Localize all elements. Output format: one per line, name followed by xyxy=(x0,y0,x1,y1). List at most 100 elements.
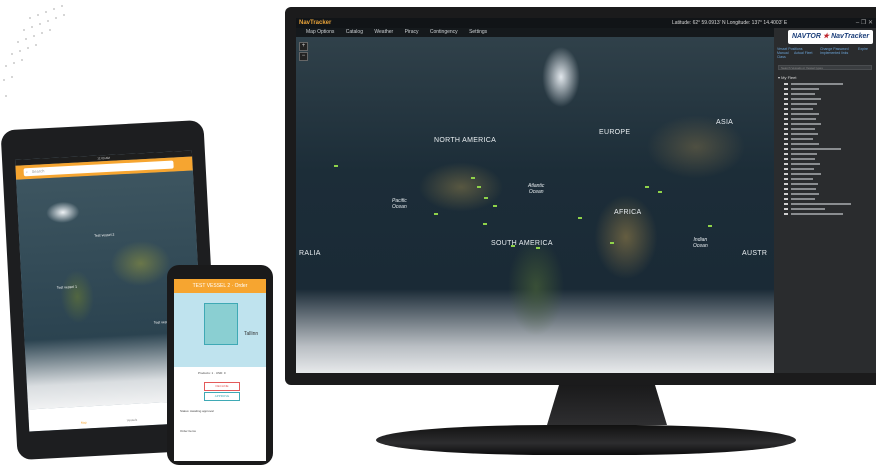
link-class[interactable]: Class xyxy=(777,55,786,59)
phone-screen: TEST VESSEL 2 · Order Tallinn Products: … xyxy=(174,279,266,461)
order-area-highlight xyxy=(204,303,238,345)
menu-piracy[interactable]: Piracy xyxy=(405,29,419,35)
ocean-label-pacific: Pacific Ocean xyxy=(392,198,407,210)
link-actual-fleet[interactable]: Actual Fleet xyxy=(794,51,812,55)
tablet-search-placeholder: Search xyxy=(31,168,45,174)
menu-contingency[interactable]: Contingency xyxy=(430,29,458,35)
vessel-marker[interactable] xyxy=(658,191,662,193)
region-label-europe: EUROPE xyxy=(599,129,631,136)
fleet-vessel-item[interactable] xyxy=(784,122,821,125)
vessel-marker[interactable] xyxy=(477,186,481,188)
desktop-screen: NavTracker Latitude: 62° 59.0913' N Long… xyxy=(296,18,876,373)
tablet-nav-map[interactable]: Map xyxy=(81,420,87,424)
fleet-vessel-item[interactable] xyxy=(784,192,819,195)
vessel-marker[interactable] xyxy=(511,245,515,247)
ship-icon xyxy=(784,102,788,105)
approve-button[interactable]: APPROVE xyxy=(204,392,240,401)
link-implemented[interactable]: Implemented links xyxy=(820,51,848,55)
fleet-vessel-item[interactable] xyxy=(784,212,843,215)
region-label-asia: ASIA xyxy=(716,119,734,126)
link-expire[interactable]: Expire xyxy=(858,47,868,51)
fleet-vessel-item[interactable] xyxy=(784,207,825,210)
tablet-vessel-label[interactable]: Test vessel 2 xyxy=(94,233,114,238)
ship-icon xyxy=(784,82,788,85)
fleet-vessel-item[interactable] xyxy=(784,137,813,140)
vessel-marker[interactable] xyxy=(471,177,475,179)
coordinate-readout: Latitude: 62° 59.0913' N Longitude: 137°… xyxy=(672,20,788,26)
vessel-marker[interactable] xyxy=(493,205,497,207)
zoom-in-button[interactable]: + xyxy=(299,42,308,51)
vessel-marker[interactable] xyxy=(578,217,582,219)
products-summary: Products: 1 · USD: 0 xyxy=(198,371,226,375)
fleet-vessel-item[interactable] xyxy=(784,82,843,85)
ship-icon xyxy=(784,107,788,110)
ship-icon xyxy=(784,147,788,150)
phone-device: TEST VESSEL 2 · Order Tallinn Products: … xyxy=(167,265,273,465)
monitor-stand-neck xyxy=(547,385,667,425)
fleet-vessel-item[interactable] xyxy=(784,117,816,120)
ship-icon xyxy=(784,112,788,115)
ship-icon xyxy=(784,152,788,155)
fleet-vessel-item[interactable] xyxy=(784,102,817,105)
fleet-vessel-item[interactable] xyxy=(784,107,813,110)
ship-icon xyxy=(784,177,788,180)
vessel-marker[interactable] xyxy=(536,247,540,249)
menu-catalog[interactable]: Catalog xyxy=(346,29,363,35)
fleet-vessel-item[interactable] xyxy=(784,87,819,90)
phone-header: TEST VESSEL 2 · Order xyxy=(174,279,266,293)
fleet-vessel-item[interactable] xyxy=(784,132,818,135)
ocean-label-atlantic: Atlantic Ocean xyxy=(528,183,545,195)
fleet-vessel-item[interactable] xyxy=(784,202,851,205)
tablet-vessel-label[interactable]: Test vessel 1 xyxy=(57,285,77,290)
order-items-heading: Order Items xyxy=(180,429,196,433)
fleet-vessel-item[interactable] xyxy=(784,152,817,155)
ocean-label-indian: Indian Ocean xyxy=(693,237,708,249)
ship-icon xyxy=(784,167,788,170)
ship-icon xyxy=(784,197,788,200)
menu-map-options[interactable]: Map Options xyxy=(306,29,334,35)
vessel-marker[interactable] xyxy=(434,213,438,215)
fleet-header[interactable]: ▾ My Fleet xyxy=(778,75,796,80)
fleet-vessel-item[interactable] xyxy=(784,157,815,160)
menu-weather[interactable]: Weather xyxy=(374,29,393,35)
world-map[interactable]: + − NORTH AMERICA SOUTH AMERICA EUROPE A… xyxy=(296,37,774,373)
fleet-vessel-item[interactable] xyxy=(784,162,820,165)
city-label: Tallinn xyxy=(244,331,259,337)
vessel-marker[interactable] xyxy=(483,223,487,225)
region-label-africa: AFRICA xyxy=(614,209,642,216)
decline-button[interactable]: DECLINE xyxy=(204,382,240,391)
menu-settings[interactable]: Settings xyxy=(469,29,487,35)
ship-icon xyxy=(784,92,788,95)
vessel-marker[interactable] xyxy=(484,197,488,199)
ship-icon xyxy=(784,122,788,125)
vessel-marker[interactable] xyxy=(610,242,614,244)
ship-icon xyxy=(784,187,788,190)
monitor-stand-base xyxy=(376,425,796,455)
region-label-north-america: NORTH AMERICA xyxy=(434,137,497,144)
ship-icon xyxy=(784,97,788,100)
tablet-nav-vessels[interactable]: Vessels xyxy=(127,418,138,423)
vessel-marker[interactable] xyxy=(708,225,712,227)
fleet-vessel-item[interactable] xyxy=(784,97,821,100)
window-controls[interactable]: – ❐ ✕ xyxy=(856,18,873,28)
vessel-marker[interactable] xyxy=(645,186,649,188)
navtor-logo: NAVTOR ★ NavTracker xyxy=(788,30,874,44)
fleet-vessel-item[interactable] xyxy=(784,177,813,180)
ship-icon xyxy=(784,207,788,210)
fleet-vessel-item[interactable] xyxy=(784,182,818,185)
fleet-vessel-item[interactable] xyxy=(784,112,819,115)
ship-icon xyxy=(784,192,788,195)
fleet-vessel-item[interactable] xyxy=(784,127,815,130)
zoom-out-button[interactable]: − xyxy=(299,52,308,61)
fleet-vessel-item[interactable] xyxy=(784,167,814,170)
vessel-search-input[interactable]: Search Vessels or Vessel types xyxy=(778,65,872,70)
fleet-vessel-item[interactable] xyxy=(784,147,841,150)
fleet-vessel-item[interactable] xyxy=(784,92,815,95)
fleet-vessel-item[interactable] xyxy=(784,187,816,190)
vessel-marker[interactable] xyxy=(334,165,338,167)
phone-map[interactable]: Tallinn xyxy=(174,293,266,367)
fleet-vessel-item[interactable] xyxy=(784,172,821,175)
ship-icon xyxy=(784,117,788,120)
fleet-vessel-item[interactable] xyxy=(784,142,819,145)
fleet-vessel-item[interactable] xyxy=(784,197,815,200)
